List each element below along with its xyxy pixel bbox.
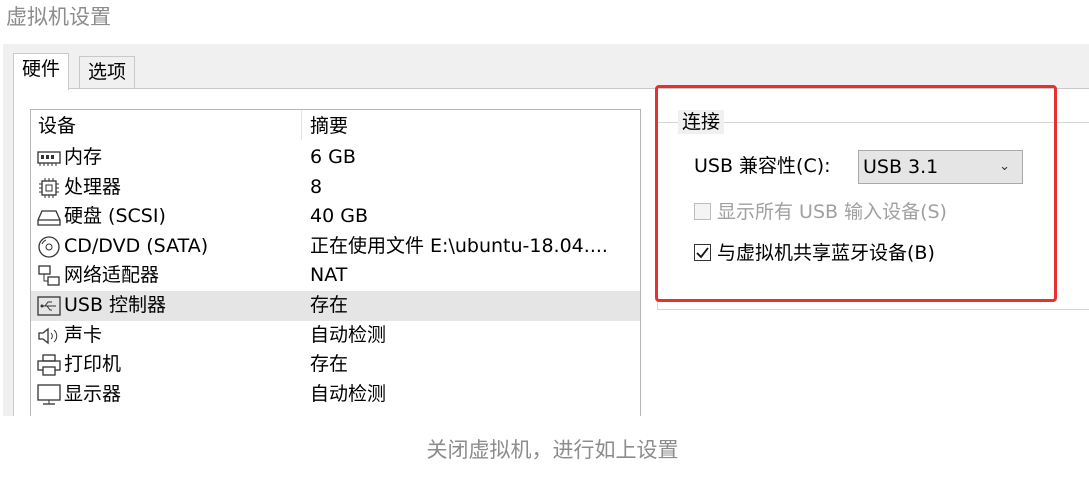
- usb-compatibility-select[interactable]: USB 3.1 ⌄: [858, 150, 1023, 184]
- device-summary: NAT: [310, 264, 348, 287]
- usb-compatibility-label: USB 兼容性(C):: [694, 155, 831, 177]
- device-list[interactable]: 设备 摘要 内存 6 GB 处理器 8 硬盘 (SCSI) 40 GB CD/D…: [30, 109, 641, 416]
- device-row-memory[interactable]: 内存 6 GB: [31, 143, 640, 173]
- device-summary: 正在使用文件 E:\ubuntu-18.04....: [310, 234, 608, 257]
- column-header-summary[interactable]: 摘要: [310, 114, 348, 138]
- device-summary: 6 GB: [310, 146, 356, 168]
- device-name: 处理器: [64, 175, 122, 198]
- device-row-sound-card[interactable]: 声卡 自动检测: [31, 321, 640, 351]
- device-summary: 40 GB: [310, 205, 368, 228]
- share-bluetooth-label: 与虚拟机共享蓝牙设备(B): [717, 242, 935, 264]
- device-summary: 存在: [310, 294, 349, 316]
- show-all-usb-input-devices-checkbox[interactable]: 显示所有 USB 输入设备(S): [694, 199, 947, 225]
- cd-dvd-icon: [37, 236, 61, 258]
- share-bluetooth-checkbox[interactable]: 与虚拟机共享蓝牙设备(B): [694, 240, 935, 266]
- connection-legend: 连接: [678, 110, 725, 134]
- window-title: 虚拟机设置: [6, 5, 111, 29]
- usb-compatibility-value: USB 3.1: [863, 156, 939, 178]
- monitor-icon: [37, 384, 61, 406]
- vm-settings-dialog: 硬件 选项 设备 摘要 内存 6 GB 处理器 8 硬盘 (SCSI) 40 G…: [3, 44, 1089, 416]
- printer-icon: [37, 354, 61, 376]
- device-row-cd-dvd[interactable]: CD/DVD (SATA) 正在使用文件 E:\ubuntu-18.04....: [31, 232, 640, 262]
- processor-icon: [37, 177, 61, 199]
- device-summary: 自动检测: [310, 323, 387, 346]
- caption: 关闭虚拟机，进行如上设置: [426, 438, 679, 462]
- network-adapter-icon: [37, 265, 61, 287]
- device-row-usb-controller[interactable]: USB 控制器 存在: [31, 291, 640, 321]
- device-summary: 自动检测: [310, 382, 387, 405]
- show-all-usb-input-devices-label: 显示所有 USB 输入设备(S): [717, 201, 947, 223]
- device-name: 硬盘 (SCSI): [64, 205, 166, 228]
- device-name: 内存: [64, 146, 103, 168]
- device-name: 网络适配器: [64, 264, 160, 287]
- checkbox-unchecked: [694, 203, 711, 220]
- device-summary: 8: [310, 175, 323, 198]
- usb-icon: [37, 295, 61, 317]
- checkmark-icon: [696, 247, 709, 259]
- device-row-processor[interactable]: 处理器 8: [31, 173, 640, 203]
- tab-hardware[interactable]: 硬件: [13, 53, 70, 90]
- speaker-icon: [37, 325, 61, 347]
- device-row-network-adapter[interactable]: 网络适配器 NAT: [31, 261, 640, 291]
- memory-icon: [37, 147, 61, 169]
- device-summary: 存在: [310, 353, 349, 376]
- hard-disk-icon: [37, 206, 61, 228]
- column-divider[interactable]: [301, 110, 302, 140]
- device-list-header: 设备 摘要: [31, 110, 640, 140]
- device-name: 声卡: [64, 323, 103, 346]
- chevron-down-icon: ⌄: [999, 159, 1010, 174]
- connection-group: 连接 USB 兼容性(C): USB 3.1 ⌄ 显示所有 USB 输入设备(S…: [657, 110, 1089, 310]
- device-row-printer[interactable]: 打印机 存在: [31, 350, 640, 380]
- device-row-display[interactable]: 显示器 自动检测: [31, 380, 640, 410]
- device-name: CD/DVD (SATA): [64, 234, 209, 257]
- checkbox-checked: [694, 244, 711, 261]
- tab-options[interactable]: 选项: [79, 56, 136, 89]
- column-header-device[interactable]: 设备: [38, 114, 76, 138]
- device-name: USB 控制器: [64, 294, 167, 316]
- device-name: 打印机: [64, 353, 122, 376]
- device-name: 显示器: [64, 382, 122, 405]
- device-row-hard-disk[interactable]: 硬盘 (SCSI) 40 GB: [31, 202, 640, 232]
